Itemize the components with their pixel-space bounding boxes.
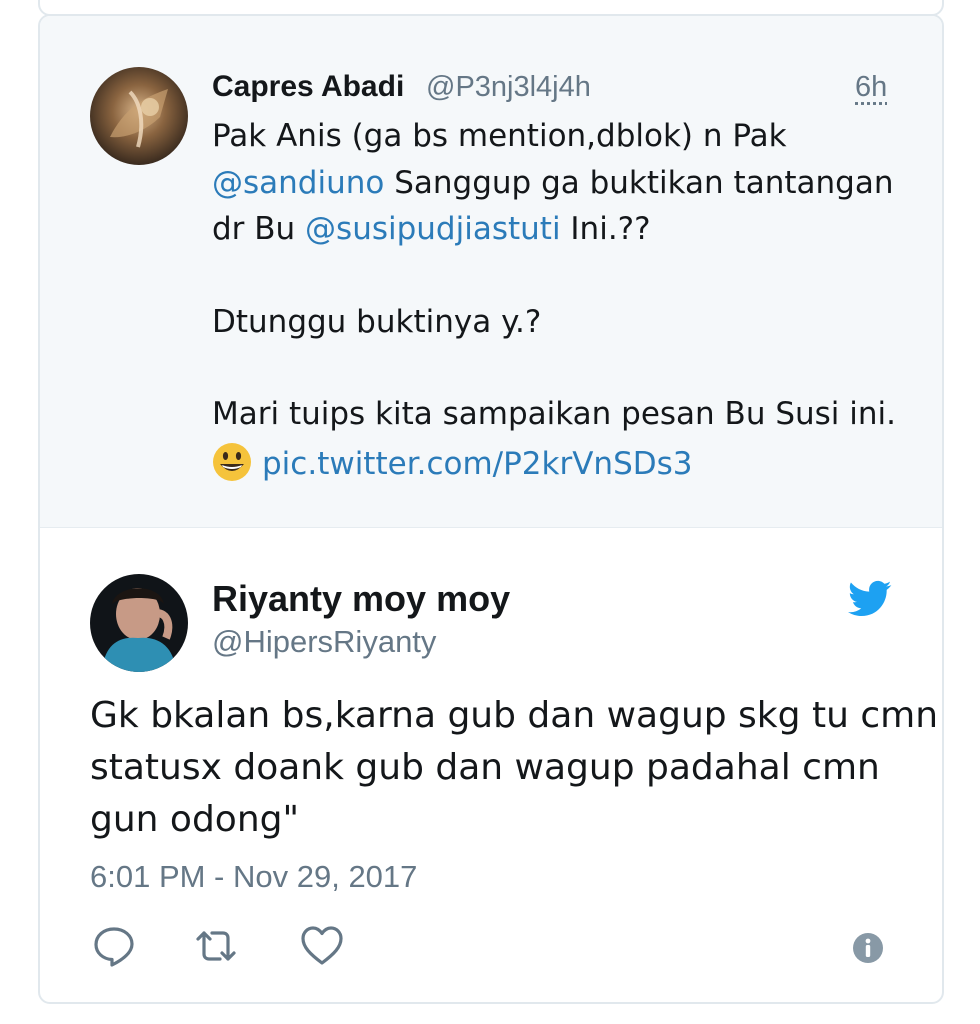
user-handle[interactable]: @HipersRiyanty <box>212 624 436 660</box>
twitter-bird-icon[interactable] <box>848 580 892 618</box>
quoted-text-segment: Ini.?? <box>560 211 651 247</box>
quoted-text-line: dr Bu @susipudjiastuti Ini.?? <box>212 211 651 247</box>
quoted-handle[interactable]: @P3nj3l4j4h <box>426 71 591 104</box>
avatar[interactable] <box>90 574 188 672</box>
display-name[interactable]: Riyanty moy moy <box>212 578 510 620</box>
heart-icon[interactable] <box>300 924 344 968</box>
avatar[interactable] <box>90 67 188 165</box>
info-icon[interactable] <box>852 932 884 964</box>
mention-link[interactable]: @sandiuno <box>212 165 384 201</box>
quoted-timestamp[interactable]: 6h <box>855 71 887 104</box>
quoted-text-line: pic.twitter.com/P2krVnSDs3 <box>212 442 693 482</box>
tweet-text-line: Gk bkalan bs,karna gub dan wagup skg tu … <box>90 695 939 736</box>
reply-icon[interactable] <box>92 924 136 968</box>
tweet-card[interactable]: Capres Abadi @P3nj3l4j4h 6h Pak Anis (ga… <box>38 14 944 1004</box>
quoted-text-segment: Sanggup ga buktikan tantangan <box>384 165 894 201</box>
quoted-text-line: Pak Anis (ga bs mention,dblok) n Pak <box>212 118 787 154</box>
tweet-timestamp[interactable]: 6:01 PM - Nov 29, 2017 <box>90 859 417 895</box>
tweet-text-line: statusx doank gub dan wagup padahal cmn <box>90 747 880 788</box>
retweet-icon[interactable] <box>194 924 238 968</box>
tweet-text-line: gun odong" <box>90 799 300 840</box>
pic-link[interactable]: pic.twitter.com/P2krVnSDs3 <box>262 446 693 482</box>
quoted-text-line: Mari tuips kita sampaikan pesan Bu Susi … <box>212 396 896 432</box>
quoted-text-segment: dr Bu <box>212 211 306 247</box>
mention-link[interactable]: @susipudjiastuti <box>305 211 561 247</box>
quoted-display-name[interactable]: Capres Abadi <box>212 70 404 104</box>
grinning-face-emoji-icon <box>212 442 252 482</box>
quoted-text-line: @sandiuno Sanggup ga buktikan tantangan <box>212 165 893 201</box>
quoted-text-line: Dtunggu buktinya y.? <box>212 304 542 340</box>
quoted-tweet[interactable]: Capres Abadi @P3nj3l4j4h 6h Pak Anis (ga… <box>40 16 942 528</box>
